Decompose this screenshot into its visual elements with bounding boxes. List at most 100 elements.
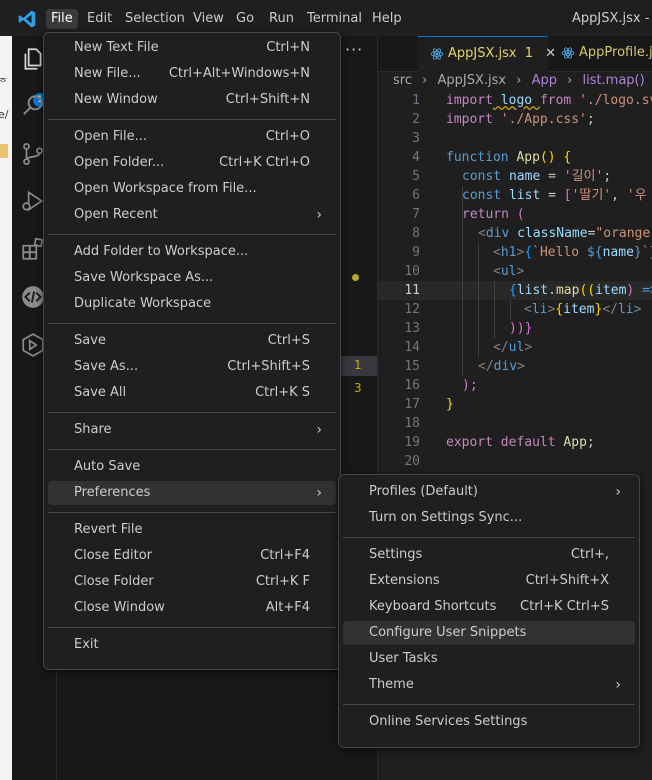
code-line[interactable]: 16); <box>378 376 652 395</box>
menu-item-save-all[interactable]: Save All Ctrl+K S <box>48 381 336 405</box>
keyboard-shortcut: Ctrl+K Ctrl+O <box>219 155 310 170</box>
menu-file[interactable]: File <box>46 9 78 29</box>
menu-item-theme[interactable]: Theme › <box>343 673 635 697</box>
menu-item-new-text-file[interactable]: New Text File Ctrl+N <box>48 36 336 60</box>
menu-item-extensions[interactable]: Extensions Ctrl+Shift+X <box>343 569 635 593</box>
menu-item-open-workspace-from-file[interactable]: Open Workspace from File... <box>48 177 336 201</box>
indent-guide <box>510 300 511 319</box>
line-number: 4 <box>412 150 420 165</box>
code-line[interactable]: 3 <box>378 129 652 148</box>
line-number: 19 <box>404 435 420 450</box>
menu-item-preferences[interactable]: Preferences › <box>48 481 336 505</box>
menu-separator <box>48 511 336 513</box>
modified-indicator-dot <box>352 274 359 281</box>
code-line-current[interactable]: 11{list.map((item) => <box>378 281 652 300</box>
menu-item-close-folder[interactable]: Close Folder Ctrl+K F <box>48 570 336 594</box>
breadcrumb-separator: › <box>516 73 522 88</box>
code-line[interactable]: 15 </div> <box>378 357 652 376</box>
menu-item-settings[interactable]: Settings Ctrl+, <box>343 543 635 567</box>
code-line[interactable]: 9<h1>{`Hello ${name}`} <box>378 243 652 262</box>
line-number: 9 <box>412 245 420 260</box>
code-line[interactable]: 8 <div className="orange" <box>378 224 652 243</box>
breadcrumb-item[interactable]: src <box>393 73 412 88</box>
line-number: 20 <box>404 454 420 469</box>
menu-terminal[interactable]: Terminal <box>302 9 367 29</box>
menu-item-exit[interactable]: Exit <box>48 633 336 657</box>
menu-item-label: Duplicate Workspace <box>74 296 212 311</box>
menu-item-share[interactable]: Share › <box>48 418 336 442</box>
menu-item-label: Preferences <box>74 485 151 500</box>
menu-help[interactable]: Help <box>367 9 407 29</box>
breadcrumb-separator: › <box>422 73 428 88</box>
line-number: 15 <box>404 359 420 374</box>
preferences-submenu: Profiles (Default) › Turn on Settings Sync… <box>338 474 640 748</box>
code-line[interactable]: 14 </ul> <box>378 338 652 357</box>
menu-item-profiles-default[interactable]: Profiles (Default) › <box>343 480 635 504</box>
code-line[interactable]: 2 import './App.css'; <box>378 110 652 129</box>
menu-item-revert-file[interactable]: Revert File <box>48 518 336 542</box>
code-line[interactable]: 17} <box>378 395 652 414</box>
menu-item-keyboard-shortcuts[interactable]: Keyboard Shortcuts Ctrl+K Ctrl+S <box>343 595 635 619</box>
menu-item-turn-on-settings-sync[interactable]: Turn on Settings Sync... <box>343 506 635 530</box>
code-line[interactable]: 6 const list = ['딸기', '우 <box>378 186 652 205</box>
tab-appjsx[interactable]: AppJSX.jsx 1 ✕ <box>418 36 556 72</box>
code-line[interactable]: 1 import logo from './logo.sv <box>378 91 652 110</box>
menu-item-label: Settings <box>369 547 423 562</box>
menu-item-user-tasks[interactable]: User Tasks <box>343 647 635 671</box>
menu-item-configure-user-snippets[interactable]: Configure User Snippets <box>343 621 635 645</box>
editor-tabs: AppJSX.jsx 1 ✕ AppProfile.jsx <box>378 36 652 72</box>
menu-item-duplicate-workspace[interactable]: Duplicate Workspace <box>48 292 336 316</box>
keyboard-shortcut: Ctrl+N <box>266 40 310 55</box>
code-line[interactable]: 7 return ( <box>378 205 652 224</box>
menu-view[interactable]: View <box>188 9 229 29</box>
keyboard-shortcut: Ctrl+K Ctrl+S <box>520 599 609 614</box>
breadcrumb-item[interactable]: list.map() <box>582 73 644 88</box>
keyboard-shortcut: Ctrl+, <box>570 547 609 562</box>
keyboard-shortcut: Ctrl+S <box>267 333 310 348</box>
vscode-logo-icon[interactable] <box>17 9 37 29</box>
menu-item-save-workspace-as[interactable]: Save Workspace As... <box>48 266 336 290</box>
menu-item-label: Revert File <box>74 522 143 537</box>
menu-go[interactable]: Go <box>231 9 259 29</box>
line-number: 10 <box>404 264 420 279</box>
code-line[interactable]: 12 <li>{item}</li> <box>378 300 652 319</box>
menu-separator <box>48 448 336 450</box>
code-line[interactable]: 19 export default App; <box>378 433 652 452</box>
chevron-right-icon: › <box>615 677 621 693</box>
menu-item-label: Save All <box>74 385 127 400</box>
menu-item-open-file[interactable]: Open File... Ctrl+O <box>48 125 336 149</box>
menu-item-close-editor[interactable]: Close Editor Ctrl+F4 <box>48 544 336 568</box>
menu-item-new-window[interactable]: New Window Ctrl+Shift+N <box>48 88 336 112</box>
menu-run[interactable]: Run <box>264 9 299 29</box>
menu-item-open-folder[interactable]: Open Folder... Ctrl+K Ctrl+O <box>48 151 336 175</box>
menu-item-save-as[interactable]: Save As... Ctrl+Shift+S <box>48 355 336 379</box>
menu-item-open-recent[interactable]: Open Recent › <box>48 203 336 227</box>
menu-item-add-folder-to-workspace[interactable]: Add Folder to Workspace... <box>48 240 336 264</box>
menu-item-label: New Text File <box>74 40 159 55</box>
indent-guide <box>462 186 463 376</box>
breadcrumb-item[interactable]: App <box>532 73 557 88</box>
menu-item-online-services-settings[interactable]: Online Services Settings <box>343 710 635 734</box>
code-line[interactable]: 10 <ul> <box>378 262 652 281</box>
code-line[interactable]: 5 const name = '길이'; <box>378 167 652 186</box>
menu-item-label: Online Services Settings <box>369 714 528 729</box>
menu-item-save[interactable]: Save Ctrl+S <box>48 329 336 353</box>
sidebar-more-actions-button[interactable]: ··· <box>345 40 363 59</box>
menu-item-close-window[interactable]: Close Window Alt+F4 <box>48 596 336 620</box>
code-line[interactable]: 18 <box>378 414 652 433</box>
tab-appprofile[interactable]: AppProfile.jsx <box>549 36 652 71</box>
menu-edit[interactable]: Edit <box>82 9 117 29</box>
line-number: 2 <box>412 112 420 127</box>
menu-item-new-file[interactable]: New File... Ctrl+Alt+Windows+N <box>48 62 336 86</box>
chevron-right-icon: › <box>316 422 322 438</box>
code-line[interactable]: 20 <box>378 452 652 471</box>
menu-selection[interactable]: Selection <box>120 9 190 29</box>
breadcrumb-item[interactable]: AppJSX.jsx <box>437 73 506 88</box>
menu-item-auto-save[interactable]: Auto Save <box>48 455 336 479</box>
code-line[interactable]: 4 function App() { <box>378 148 652 167</box>
line-number: 12 <box>404 302 420 317</box>
window-title: AppJSX.jsx - my <box>572 11 652 26</box>
code-line[interactable]: 13))} <box>378 319 652 338</box>
keyboard-shortcut: Ctrl+Shift+S <box>227 359 310 374</box>
keyboard-shortcut: Alt+F4 <box>265 600 310 615</box>
